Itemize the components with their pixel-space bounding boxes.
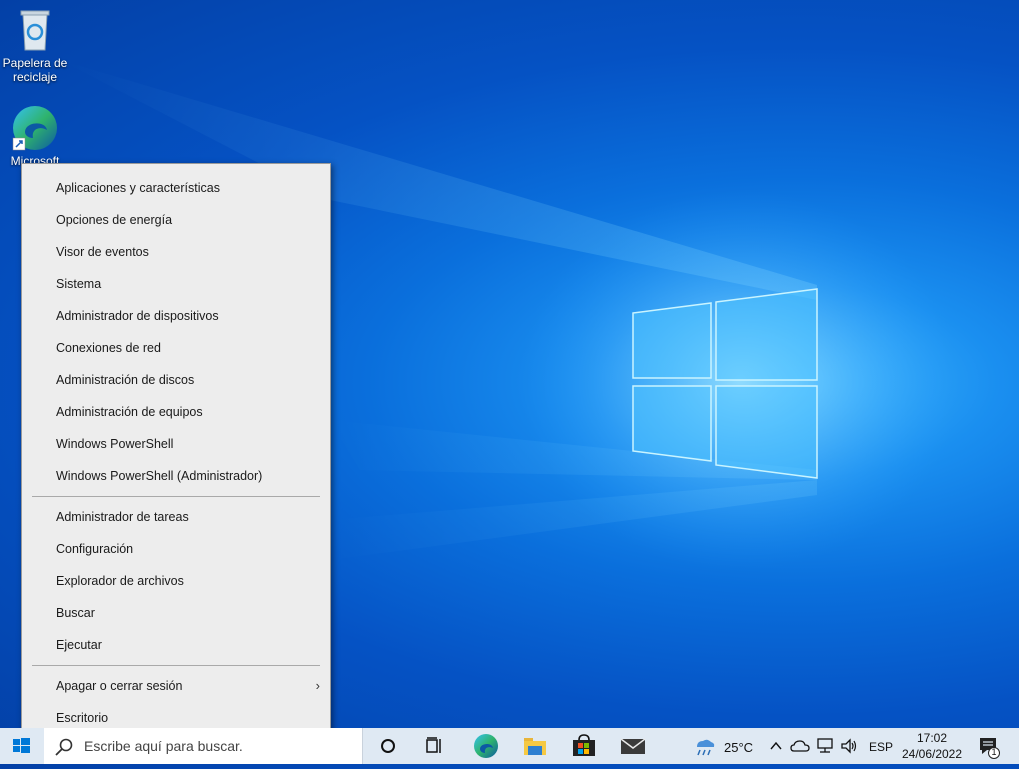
menu-item-apps-features[interactable]: Aplicaciones y características — [22, 173, 330, 203]
taskbar-mail-button[interactable] — [610, 728, 656, 764]
file-explorer-icon — [524, 738, 546, 755]
network-icon[interactable] — [815, 737, 835, 755]
menu-item-label: Administración de discos — [56, 373, 195, 387]
winx-context-menu: Aplicaciones y características Opciones … — [21, 163, 331, 743]
menu-item-label: Opciones de energía — [56, 213, 173, 227]
mail-icon — [620, 738, 646, 754]
menu-item-disk-management[interactable]: Administración de discos — [22, 365, 330, 395]
cortana-button[interactable] — [366, 728, 412, 764]
menu-item-power-options[interactable]: Opciones de energía — [22, 205, 330, 235]
chevron-up-icon[interactable] — [768, 739, 784, 753]
menu-item-label: Explorador de archivos — [56, 574, 184, 588]
task-view-button[interactable] — [412, 728, 458, 764]
menu-item-search[interactable]: Buscar — [22, 598, 330, 628]
menu-item-task-manager[interactable]: Administrador de tareas — [22, 502, 330, 532]
menu-item-label: Ejecutar — [56, 638, 102, 652]
cortana-icon — [381, 739, 395, 753]
taskbar-store-button[interactable] — [561, 728, 607, 764]
volume-icon[interactable] — [840, 737, 860, 755]
menu-item-label: Buscar — [56, 606, 95, 620]
menu-item-label: Configuración — [56, 542, 134, 556]
search-icon — [55, 738, 73, 756]
desktop-icon-label: Papelera de reciclaje — [2, 56, 68, 84]
input-language[interactable]: ESP — [869, 740, 893, 754]
clock-date: 24/06/2022 — [901, 747, 963, 761]
taskbar-explorer-button[interactable] — [512, 728, 558, 764]
menu-item-computer-management[interactable]: Administración de equipos — [22, 397, 330, 427]
action-center-button[interactable]: 1 — [975, 734, 1005, 760]
onedrive-cloud-icon[interactable] — [790, 738, 812, 754]
edge-icon — [11, 104, 59, 152]
desktop-icon-recycle-bin[interactable]: Papelera de reciclaje — [0, 6, 72, 84]
menu-item-shutdown-signout[interactable]: Apagar o cerrar sesión › — [22, 671, 330, 701]
menu-item-powershell[interactable]: Windows PowerShell — [22, 429, 330, 459]
store-icon — [573, 734, 595, 756]
search-box[interactable]: Escribe aquí para buscar. — [44, 728, 363, 764]
task-view-icon — [426, 737, 441, 753]
edge-icon — [474, 734, 498, 758]
menu-item-label: Sistema — [56, 277, 102, 291]
chevron-right-icon: › — [315, 678, 320, 693]
start-button[interactable] — [0, 728, 44, 764]
search-placeholder: Escribe aquí para buscar. — [84, 738, 243, 754]
menu-item-label: Conexiones de red — [56, 341, 161, 355]
menu-item-network-connections[interactable]: Conexiones de red — [22, 333, 330, 363]
menu-item-settings[interactable]: Configuración — [22, 534, 330, 564]
menu-item-device-manager[interactable]: Administrador de dispositivos — [22, 301, 330, 331]
clock[interactable]: 17:02 24/06/2022 — [898, 730, 966, 762]
recycle-bin-icon — [11, 6, 59, 54]
menu-separator — [32, 665, 320, 666]
taskbar: Escribe aquí para buscar. 25°C ESP 17:02… — [0, 728, 1019, 764]
weather-rain-icon[interactable] — [692, 736, 716, 758]
windows-start-icon — [13, 738, 30, 753]
taskbar-edge-button[interactable] — [463, 728, 509, 764]
menu-item-event-viewer[interactable]: Visor de eventos — [22, 237, 330, 267]
menu-item-label: Administrador de tareas — [56, 510, 189, 524]
weather-temperature[interactable]: 25°C — [724, 740, 753, 755]
menu-item-label: Administrador de dispositivos — [56, 309, 219, 323]
menu-item-label: Aplicaciones y características — [56, 181, 220, 195]
menu-item-system[interactable]: Sistema — [22, 269, 330, 299]
menu-item-label: Visor de eventos — [56, 245, 149, 259]
menu-item-label: Windows PowerShell (Administrador) — [56, 469, 263, 483]
windows-logo — [632, 288, 818, 479]
menu-item-file-explorer[interactable]: Explorador de archivos — [22, 566, 330, 596]
notification-count-badge: 1 — [991, 747, 997, 757]
clock-time: 17:02 — [916, 731, 948, 745]
menu-separator — [32, 496, 320, 497]
menu-item-run[interactable]: Ejecutar — [22, 630, 330, 660]
menu-item-label: Windows PowerShell — [56, 437, 174, 451]
menu-item-label: Administración de equipos — [56, 405, 203, 419]
notification-icon — [980, 738, 1000, 759]
menu-item-powershell-admin[interactable]: Windows PowerShell (Administrador) — [22, 461, 330, 491]
menu-item-label: Apagar o cerrar sesión — [56, 679, 183, 693]
